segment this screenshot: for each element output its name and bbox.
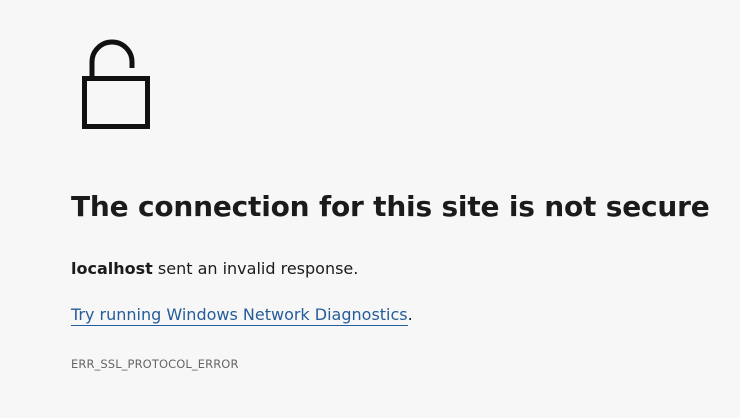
description-text: sent an invalid response.	[152, 259, 359, 278]
unlocked-padlock-icon	[80, 36, 152, 130]
host-name: localhost	[71, 259, 153, 278]
network-diagnostics-link[interactable]: Try running Windows Network Diagnostics	[71, 305, 408, 326]
error-description: localhost sent an invalid response.	[71, 258, 358, 280]
diagnostics-period: .	[407, 305, 413, 324]
page-title: The connection for this site is not secu…	[71, 190, 710, 223]
diagnostics-line: Try running Windows Network Diagnostics.	[71, 304, 413, 326]
error-page: The connection for this site is not secu…	[0, 0, 740, 418]
error-code: ERR_SSL_PROTOCOL_ERROR	[71, 357, 239, 371]
